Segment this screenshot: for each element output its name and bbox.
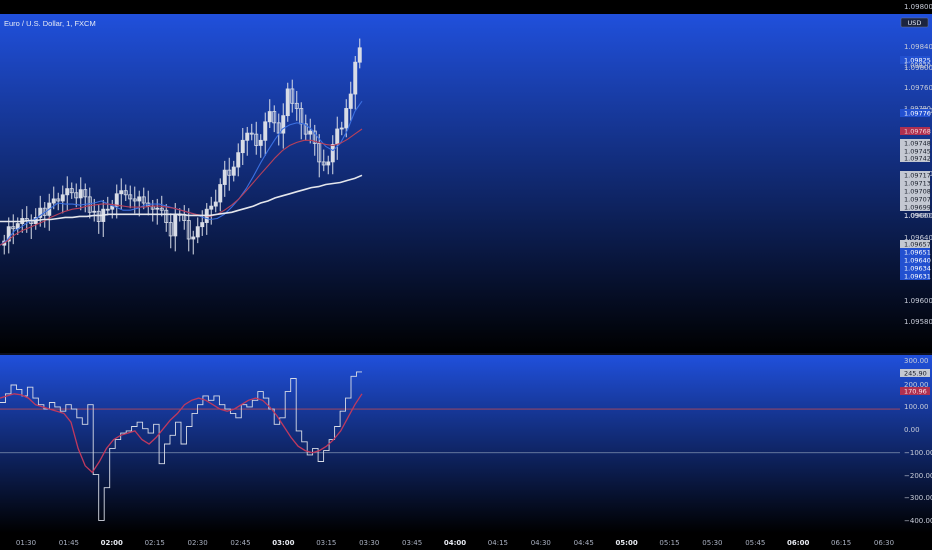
indicator-axis-label: 0.00 bbox=[904, 426, 920, 434]
price-axis-label: 1.09760 bbox=[904, 84, 932, 92]
indicator-value-tag: 170.96 bbox=[900, 387, 930, 396]
indicator-axis-label: −400.00 bbox=[904, 517, 932, 525]
price-tag: 1.09680 bbox=[904, 212, 931, 220]
svg-text:1.09699: 1.09699 bbox=[904, 204, 931, 212]
price-pane-background bbox=[0, 14, 932, 353]
svg-text:245.90: 245.90 bbox=[904, 370, 927, 378]
currency-badge[interactable]: USD bbox=[900, 17, 929, 28]
time-axis-label: 04:45 bbox=[574, 539, 594, 547]
time-axis[interactable]: 01:30 01:45 02:00 02:15 02:30 02:45 03:00 03:15… bbox=[0, 533, 932, 550]
chart-canvas[interactable]: Euro / U.S. Dollar, 1, FXCM 1.09800 1.098… bbox=[0, 0, 932, 550]
price-tag: 1.09742 bbox=[900, 154, 931, 163]
time-axis-label: 02:45 bbox=[230, 539, 250, 547]
time-axis-label: 05:00 bbox=[615, 539, 637, 547]
time-axis-label: 02:00 bbox=[101, 539, 123, 547]
svg-text:1.09776: 1.09776 bbox=[904, 110, 931, 118]
indicator-axis-label: −100.00 bbox=[904, 449, 932, 457]
pane-separator[interactable] bbox=[0, 353, 932, 355]
time-axis-label: 02:30 bbox=[188, 539, 208, 547]
svg-text:1.09713: 1.09713 bbox=[904, 180, 931, 188]
indicator-axis-label: 300.00 bbox=[904, 357, 929, 365]
price-axis-label: 1.09580 bbox=[904, 318, 932, 326]
time-axis-label: 05:30 bbox=[702, 539, 722, 547]
price-tag: 1.09776 bbox=[900, 109, 931, 118]
time-axis-label: 03:30 bbox=[359, 539, 379, 547]
svg-text:1.09708: 1.09708 bbox=[904, 188, 931, 196]
indicator-axis-label: −200.00 bbox=[904, 472, 932, 480]
svg-text:1.09631: 1.09631 bbox=[904, 273, 931, 281]
price-tag: 1.09631 bbox=[900, 272, 931, 281]
price-tag: 1.09768 bbox=[900, 127, 931, 136]
svg-text:1.09748: 1.09748 bbox=[904, 140, 931, 148]
price-pane[interactable]: Euro / U.S. Dollar, 1, FXCM bbox=[0, 14, 932, 353]
svg-text:1.09640: 1.09640 bbox=[904, 257, 931, 265]
indicator-axis-label: −300.00 bbox=[904, 494, 932, 502]
svg-text:1.09820: 1.09820 bbox=[904, 62, 931, 70]
price-tag: 1.09708 bbox=[900, 187, 931, 196]
time-axis-label: 04:00 bbox=[444, 539, 466, 547]
candle bbox=[285, 82, 290, 122]
currency-label: USD bbox=[908, 19, 922, 27]
svg-text:1.09742: 1.09742 bbox=[904, 155, 931, 163]
indicator-pane-background bbox=[0, 355, 932, 533]
time-axis-label: 06:30 bbox=[874, 539, 894, 547]
svg-text:1.09768: 1.09768 bbox=[904, 128, 931, 136]
svg-text:1.09707: 1.09707 bbox=[904, 196, 931, 204]
time-axis-label: 03:15 bbox=[316, 539, 336, 547]
price-axis-label: 1.09800 bbox=[904, 3, 932, 11]
price-tag: 1.09707 bbox=[900, 195, 931, 204]
price-tag: 1.09717 bbox=[900, 171, 931, 180]
price-tag: 1.09713 bbox=[900, 179, 931, 188]
time-axis-label: 04:15 bbox=[488, 539, 508, 547]
price-axis-label: 1.09600 bbox=[904, 297, 932, 305]
price-tag: 1.09634 bbox=[900, 264, 931, 273]
price-tag: 1.09748 bbox=[900, 139, 931, 148]
price-tag: 1.09820 bbox=[904, 62, 931, 70]
indicator-axis-label: 100.00 bbox=[904, 403, 929, 411]
indicator-value-tag: 245.90 bbox=[900, 369, 930, 378]
time-axis-label: 01:30 bbox=[16, 539, 36, 547]
time-axis-label: 05:15 bbox=[659, 539, 679, 547]
time-axis-label: 05:45 bbox=[745, 539, 765, 547]
time-axis-label: 03:00 bbox=[272, 539, 294, 547]
svg-text:1.09680: 1.09680 bbox=[904, 212, 931, 220]
time-axis-label: 01:45 bbox=[59, 539, 79, 547]
symbol-title[interactable]: Euro / U.S. Dollar, 1, FXCM bbox=[4, 19, 96, 28]
svg-text:1.09717: 1.09717 bbox=[904, 172, 931, 180]
time-axis-label: 06:00 bbox=[787, 539, 809, 547]
price-axis-label: 1.09840 bbox=[904, 43, 932, 51]
svg-text:1.09657: 1.09657 bbox=[904, 241, 931, 249]
time-axis-label: 04:30 bbox=[531, 539, 551, 547]
time-axis-label: 03:45 bbox=[402, 539, 422, 547]
price-tag: 1.09640 bbox=[900, 256, 931, 265]
price-tag: 1.09651 bbox=[900, 248, 931, 257]
svg-text:1.09634: 1.09634 bbox=[904, 265, 931, 273]
svg-text:170.96: 170.96 bbox=[904, 388, 927, 396]
price-tag: 1.09699 bbox=[900, 203, 931, 212]
svg-text:1.09651: 1.09651 bbox=[904, 249, 931, 257]
price-tag: 1.09657 bbox=[900, 240, 931, 249]
time-axis-label: 02:15 bbox=[145, 539, 165, 547]
indicator-pane[interactable] bbox=[0, 355, 932, 533]
time-axis-label: 06:15 bbox=[831, 539, 851, 547]
